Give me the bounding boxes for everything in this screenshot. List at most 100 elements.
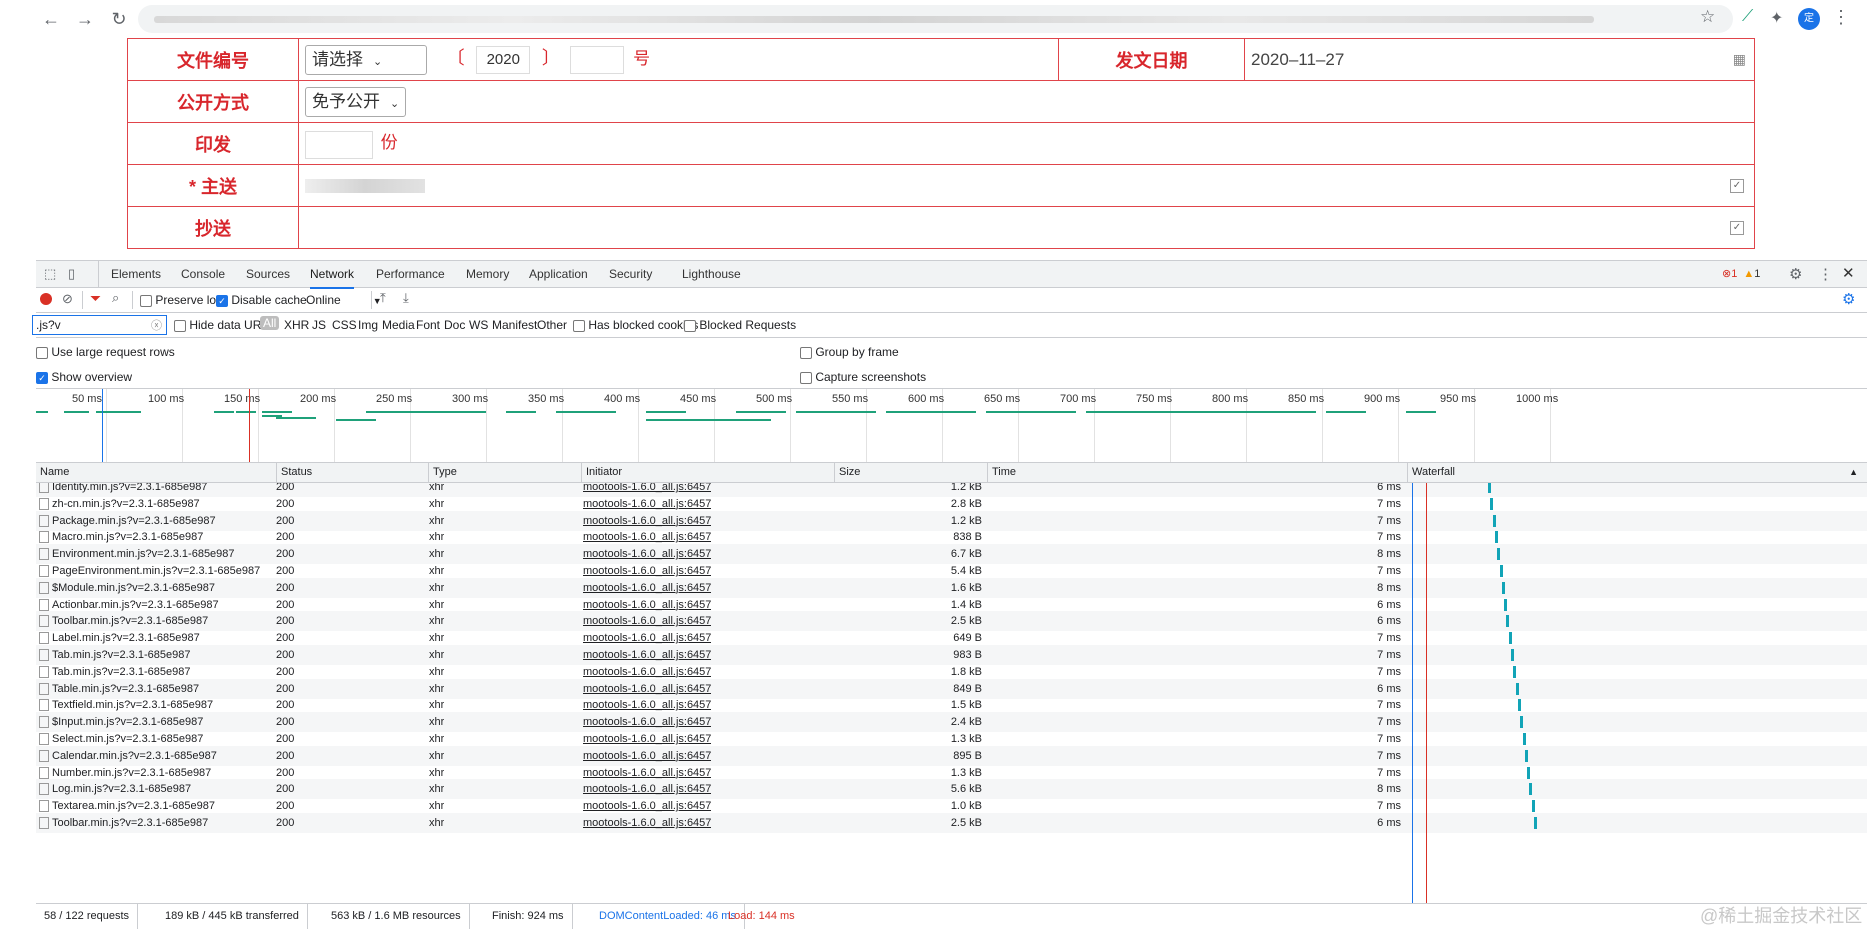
tab-security[interactable]: Security	[609, 261, 652, 287]
doc-number-input[interactable]	[569, 46, 624, 75]
col-status[interactable]: Status	[276, 463, 428, 482]
overview-tick-label: 450 ms	[680, 393, 717, 405]
waterfall-bar	[1513, 665, 1517, 678]
filter-input[interactable]: .js?v	[32, 315, 167, 335]
timeline-overview[interactable]: 50 ms 100 ms 150 ms 200 ms 250 ms 300 ms 350 m…	[36, 389, 1867, 463]
close-devtools-icon[interactable]: ✕	[1842, 264, 1855, 282]
filter-xhr[interactable]: XHR	[284, 318, 309, 332]
inspect-icon[interactable]: ⬚	[44, 266, 56, 282]
col-type[interactable]: Type	[428, 463, 581, 482]
overview-activity-bar	[986, 411, 1076, 413]
overview-tick-label: 100 ms	[148, 393, 185, 405]
col-name[interactable]: Name	[36, 463, 275, 482]
preserve-log-checkbox[interactable]: Preserve log	[140, 293, 223, 307]
export-har-icon[interactable]: ⤓	[403, 290, 409, 306]
menu-icon[interactable]: ⋮	[1832, 7, 1850, 28]
overview-activity-bar	[1326, 411, 1366, 413]
tab-performance[interactable]: Performance	[376, 261, 445, 287]
dcl-marker	[102, 389, 103, 462]
filter-ws[interactable]: WS	[469, 318, 488, 332]
file-icon	[39, 817, 49, 829]
blocked-requests-checkbox[interactable]: Blocked Requests	[684, 318, 796, 332]
browser-toolbar: ← → ↻ ☆ ⟋ ✦ 定 ⋮	[0, 0, 1867, 39]
filter-icon[interactable]: ⏷	[90, 290, 101, 307]
capture-screenshots-checkbox[interactable]: Capture screenshots	[800, 370, 926, 384]
more-options-icon[interactable]: ⋮	[1818, 265, 1833, 283]
filter-media[interactable]: Media	[382, 318, 415, 332]
overview-tick-label: 550 ms	[832, 393, 869, 405]
overview-tick-label: 750 ms	[1136, 393, 1173, 405]
load-time: Load: 144 ms	[728, 910, 795, 922]
copies-suffix: 份	[380, 133, 398, 153]
settings-gear-icon[interactable]: ⚙	[1789, 265, 1802, 283]
forward-icon[interactable]: →	[74, 8, 96, 30]
request-initiator[interactable]: mootools-1.6.0_all.js:6457	[583, 813, 711, 833]
bookmark-star-icon[interactable]: ☆	[1700, 7, 1715, 27]
waterfall-bar	[1515, 682, 1519, 695]
group-by-frame-checkbox[interactable]: Group by frame	[800, 345, 899, 359]
filter-js[interactable]: JS	[312, 318, 326, 332]
overview-activity-bar	[506, 411, 536, 413]
col-waterfall[interactable]: Waterfall ▲	[1407, 463, 1862, 482]
overview-tick-label: 900 ms	[1364, 393, 1401, 405]
tab-sources[interactable]: Sources	[246, 261, 290, 287]
extension-icon[interactable]: ⟋	[1742, 8, 1753, 26]
tab-console[interactable]: Console	[181, 261, 225, 287]
table-row[interactable]: Toolbar.min.js?v=2.3.1-685e987 200 xhr moot…	[36, 813, 1867, 833]
doc-type-select[interactable]: 请选择 ⌄	[305, 45, 427, 76]
overview-activity-bar	[646, 411, 686, 413]
disable-cache-checkbox[interactable]: ✓ Disable cache	[216, 293, 307, 307]
overview-tick-label: 950 ms	[1440, 393, 1477, 405]
tab-lighthouse[interactable]: Lighthouse	[682, 261, 741, 287]
resources-size: 563 kB / 1.6 MB resources	[323, 904, 470, 929]
tab-memory[interactable]: Memory	[466, 261, 509, 287]
tab-application[interactable]: Application	[529, 261, 588, 287]
col-initiator[interactable]: Initiator	[581, 463, 834, 482]
copies-input[interactable]	[305, 130, 373, 159]
blocked-cookies-checkbox[interactable]: Has blocked cookies	[573, 318, 698, 332]
reload-icon[interactable]: ↻	[108, 8, 130, 30]
search-icon[interactable]: ⌕	[112, 290, 119, 306]
select-cc-icon[interactable]: ✓	[1730, 221, 1744, 235]
calendar-icon[interactable]: ▦	[1733, 51, 1746, 68]
tab-network[interactable]: Network	[310, 261, 355, 289]
print-label: 印发	[127, 122, 299, 165]
filter-css[interactable]: CSS	[332, 318, 357, 332]
public-select[interactable]: 免予公开 ⌄	[305, 86, 407, 117]
show-overview-checkbox[interactable]: ✓ Show overview	[36, 370, 132, 384]
clear-filter-icon[interactable]: ⓧ	[151, 317, 162, 333]
file-icon	[39, 649, 49, 661]
filter-manifest[interactable]: Manifest	[492, 318, 537, 332]
large-rows-checkbox[interactable]: Use large request rows	[36, 345, 175, 359]
overview-tick-label: 150 ms	[224, 393, 261, 405]
filter-doc[interactable]: Doc	[444, 318, 465, 332]
tab-elements[interactable]: Elements	[111, 261, 161, 287]
puzzle-icon[interactable]: ✦	[1770, 8, 1783, 28]
record-icon[interactable]	[40, 293, 52, 305]
col-size[interactable]: Size	[834, 463, 987, 482]
avatar[interactable]: 定	[1798, 8, 1820, 30]
filter-all[interactable]: All	[260, 316, 280, 330]
issues-counter[interactable]: ⊗1 ▲1	[1722, 267, 1760, 280]
col-time[interactable]: Time	[987, 463, 1407, 482]
overview-tick-label: 700 ms	[1060, 393, 1097, 405]
overview-activity-bar	[446, 411, 486, 413]
bracket-open: 〔	[446, 47, 465, 68]
filter-img[interactable]: Img	[358, 318, 378, 332]
filter-other[interactable]: Other	[537, 318, 567, 332]
import-har-icon[interactable]: ⤒	[380, 290, 386, 306]
clear-icon[interactable]: ⊘	[62, 291, 73, 307]
select-recipient-icon[interactable]: ✓	[1730, 179, 1744, 193]
overview-activity-bar	[64, 411, 89, 413]
year-input[interactable]: 2020	[476, 46, 531, 75]
issue-date-input[interactable]: 2020–11–27	[1251, 50, 1344, 69]
address-bar[interactable]	[138, 5, 1733, 33]
request-size: 2.5 kB	[950, 817, 982, 829]
device-toggle-icon[interactable]: ▯	[68, 266, 75, 282]
network-settings-icon[interactable]: ⚙	[1842, 290, 1855, 308]
back-icon[interactable]: ←	[40, 8, 62, 30]
filter-font[interactable]: Font	[416, 318, 440, 332]
overview-tick-label: 500 ms	[756, 393, 793, 405]
overview-tick-label: 50 ms	[72, 393, 102, 405]
filter-bar: .js?v ⓧ Hide data URLs All XHR JS CSS Im…	[32, 313, 1867, 338]
